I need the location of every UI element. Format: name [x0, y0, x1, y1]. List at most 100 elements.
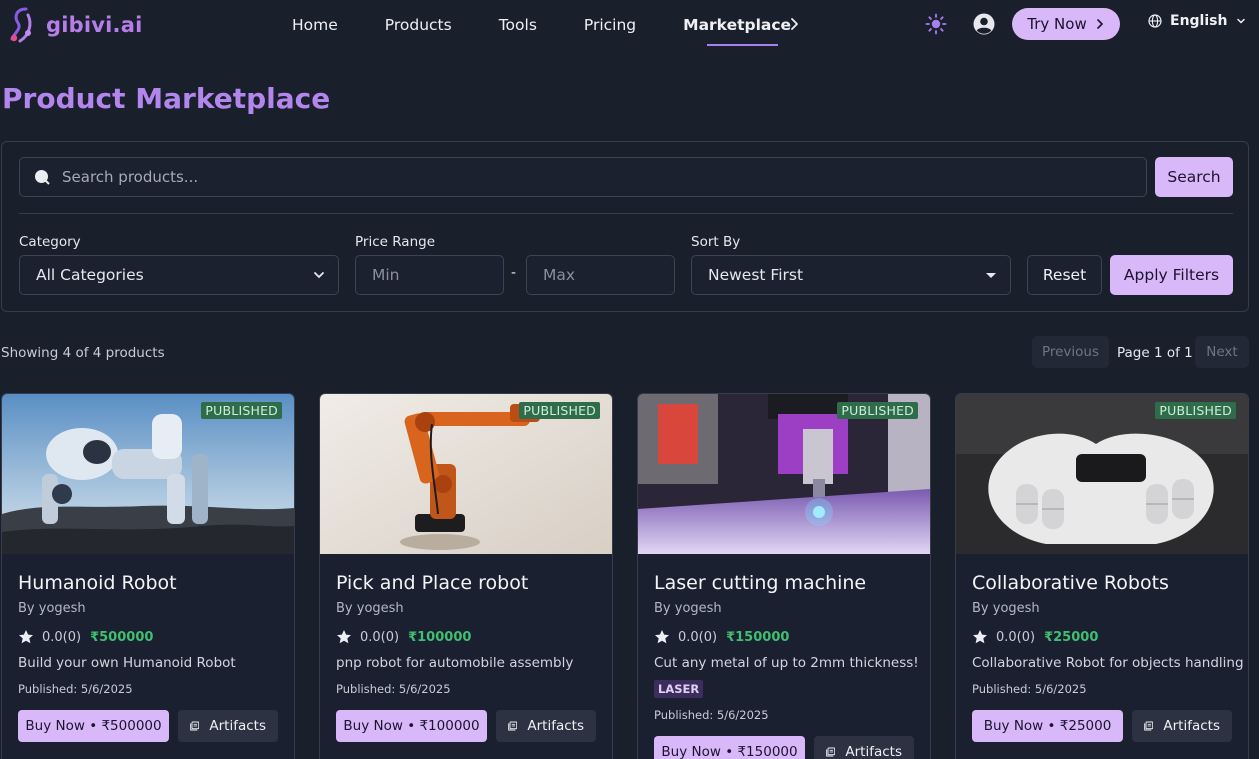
price-min-field[interactable] — [355, 255, 504, 295]
product-title: Collaborative Robots — [972, 572, 1169, 594]
star-icon — [973, 630, 987, 644]
reset-button[interactable]: Reset — [1027, 255, 1102, 295]
globe-icon — [1148, 14, 1162, 28]
apply-filters-button[interactable]: Apply Filters — [1110, 255, 1233, 295]
published-date: Published: 5/6/2025 — [336, 682, 451, 696]
product-price: ₹100000 — [408, 629, 472, 645]
library-icon — [826, 747, 836, 757]
rating-value: 0.0(0) — [360, 629, 400, 645]
status-badge: PUBLISHED — [1155, 402, 1236, 419]
buy-now-button[interactable]: Buy Now • ₹25000 — [972, 710, 1123, 742]
product-author: By yogesh — [654, 601, 722, 616]
language-selector[interactable]: English — [1148, 13, 1247, 29]
nav-products[interactable]: Products — [385, 0, 452, 50]
buy-now-button[interactable]: Buy Now • ₹100000 — [336, 710, 487, 742]
product-title: Laser cutting machine — [654, 572, 867, 594]
product-rating: 0.0(0) ₹500000 — [18, 629, 153, 645]
product-tag: LASER — [654, 680, 704, 698]
category-value: All Categories — [36, 266, 144, 284]
category-select[interactable]: All Categories — [19, 255, 339, 295]
nav-home[interactable]: Home — [292, 0, 338, 50]
product-author: By yogesh — [18, 601, 86, 616]
status-badge: PUBLISHED — [201, 402, 282, 419]
product-title: Pick and Place robot — [336, 572, 529, 594]
page-title: Product Marketplace — [2, 82, 331, 115]
next-page-button[interactable]: Next — [1195, 336, 1249, 368]
divider — [19, 213, 1233, 214]
artifacts-button[interactable]: Artifacts — [814, 736, 914, 759]
sort-select[interactable]: Newest First — [691, 255, 1011, 295]
brand-logo[interactable]: gibivi.ai — [6, 5, 143, 45]
price-min-input[interactable] — [372, 266, 492, 284]
artifacts-label: Artifacts — [1163, 718, 1220, 734]
star-icon — [19, 630, 33, 644]
rating-value: 0.0(0) — [678, 629, 718, 645]
product-card[interactable]: PUBLISHED Collaborative Robots By yogesh… — [955, 393, 1249, 759]
product-description: Build your own Humanoid Robot — [18, 655, 236, 671]
product-author: By yogesh — [972, 601, 1040, 616]
price-max-field[interactable] — [526, 255, 675, 295]
published-date: Published: 5/6/2025 — [18, 682, 133, 696]
product-title: Humanoid Robot — [18, 572, 177, 594]
product-price: ₹150000 — [726, 629, 790, 645]
price-max-input[interactable] — [543, 266, 663, 284]
search-button[interactable]: Search — [1155, 157, 1233, 197]
chevron-right-icon — [1096, 19, 1103, 29]
nav-pricing[interactable]: Pricing — [584, 0, 636, 50]
rating-value: 0.0(0) — [42, 629, 82, 645]
previous-page-button[interactable]: Previous — [1032, 336, 1109, 368]
product-price: ₹500000 — [90, 629, 154, 645]
nav-tools[interactable]: Tools — [499, 0, 537, 50]
library-icon — [190, 721, 200, 731]
library-icon — [508, 721, 518, 731]
status-badge: PUBLISHED — [837, 402, 918, 419]
product-card[interactable]: PUBLISHED Pick and Place robot By yogesh… — [319, 393, 613, 759]
search-field[interactable] — [19, 157, 1147, 197]
product-rating: 0.0(0) ₹150000 — [654, 629, 789, 645]
product-description: pnp robot for automobile assembly — [336, 655, 574, 671]
results-count: Showing 4 of 4 products — [1, 345, 165, 361]
sun-icon[interactable] — [925, 13, 947, 35]
product-card[interactable]: PUBLISHED Humanoid Robot By yogesh 0.0(0… — [1, 393, 295, 759]
rating-value: 0.0(0) — [996, 629, 1036, 645]
caret-down-icon — [986, 273, 996, 278]
try-now-label: Try Now — [1027, 15, 1087, 33]
top-nav: gibivi.ai Home Products Tools Pricing Ma… — [0, 0, 1259, 50]
sort-by-label: Sort By — [691, 234, 741, 250]
category-label: Category — [19, 234, 81, 250]
logo-icon — [10, 7, 32, 43]
filter-panel: Search Category All Categories Price Ran… — [1, 141, 1249, 312]
star-icon — [655, 630, 669, 644]
product-description: Collaborative Robot for objects handling — [972, 655, 1244, 671]
published-date: Published: 5/6/2025 — [654, 708, 769, 722]
artifacts-label: Artifacts — [527, 718, 584, 734]
search-icon — [35, 170, 50, 185]
artifacts-button[interactable]: Artifacts — [178, 710, 278, 742]
product-description: Cut any metal of up to 2mm thickness! — [654, 655, 919, 671]
chevron-down-icon — [1237, 18, 1246, 24]
user-avatar-icon[interactable] — [973, 13, 995, 35]
buy-now-button[interactable]: Buy Now • ₹150000 — [654, 736, 805, 759]
buy-now-button[interactable]: Buy Now • ₹500000 — [18, 710, 169, 742]
star-icon — [337, 630, 351, 644]
nav-marketplace[interactable]: Marketplace — [683, 0, 791, 50]
status-badge: PUBLISHED — [519, 402, 600, 419]
search-input[interactable] — [62, 168, 1062, 186]
chevron-down-icon — [314, 272, 324, 279]
language-label: English — [1170, 13, 1228, 29]
artifacts-button[interactable]: Artifacts — [1132, 710, 1232, 742]
price-range-label: Price Range — [355, 234, 436, 250]
artifacts-label: Artifacts — [209, 718, 266, 734]
product-card[interactable]: PUBLISHED Laser cutting machine By yoges… — [637, 393, 931, 759]
product-author: By yogesh — [336, 601, 404, 616]
nav-links: Home Products Tools Pricing Marketplace — [292, 0, 791, 50]
chevron-right-icon[interactable] — [788, 16, 802, 32]
product-rating: 0.0(0) ₹25000 — [972, 629, 1098, 645]
sort-value: Newest First — [708, 266, 804, 284]
page-indicator: Page 1 of 1 — [1117, 345, 1193, 361]
brand-name: gibivi.ai — [46, 13, 143, 37]
artifacts-label: Artifacts — [845, 744, 902, 759]
artifacts-button[interactable]: Artifacts — [496, 710, 596, 742]
product-price: ₹25000 — [1044, 629, 1099, 645]
try-now-button[interactable]: Try Now — [1012, 8, 1120, 40]
